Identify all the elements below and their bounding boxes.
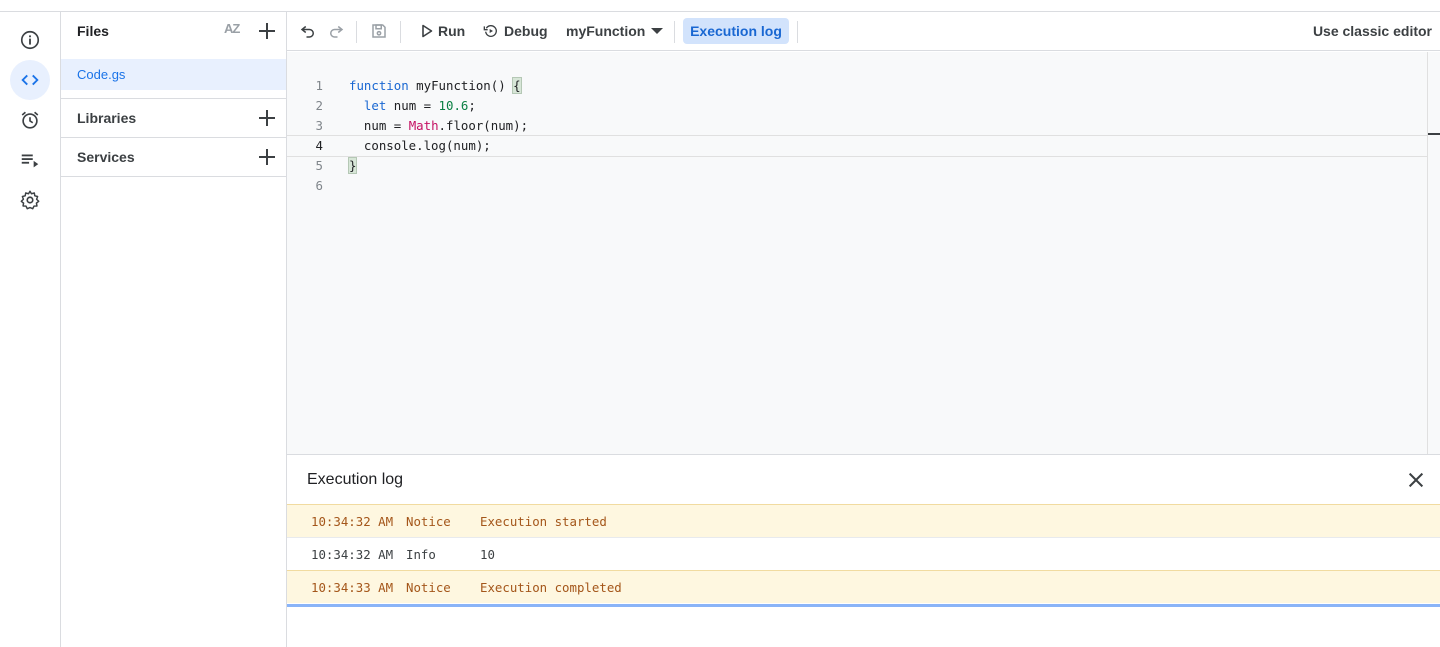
log-time: 10:34:32 AM — [311, 514, 394, 529]
undo-button[interactable] — [298, 21, 318, 41]
overview-button[interactable] — [10, 20, 50, 60]
playlist-play-icon — [21, 154, 39, 168]
line-number: 3 — [315, 118, 323, 133]
left-rail — [0, 12, 61, 647]
alarm-clock-icon — [21, 111, 39, 129]
editor-scrollbar[interactable] — [1427, 52, 1440, 454]
log-message: Execution completed — [480, 580, 622, 595]
libraries-label: Libraries — [77, 110, 137, 126]
play-icon — [422, 24, 433, 38]
code-text: let num = 10.6; — [363, 98, 476, 113]
save-button[interactable] — [369, 21, 389, 41]
execution-log-panel: Execution log 10:34:32 AM Notice Executi… — [287, 454, 1440, 647]
toolbar-divider — [674, 21, 675, 43]
line-number: 2 — [315, 98, 323, 113]
divider — [61, 176, 286, 177]
log-message: Execution started — [480, 514, 607, 529]
file-item-code-gs[interactable]: Code.gs — [61, 59, 286, 90]
line-number: 6 — [315, 178, 323, 193]
line-number: 5 — [315, 158, 323, 173]
code-line[interactable]: 2 let num = 10.6; — [287, 96, 1427, 116]
add-library-button[interactable] — [257, 108, 277, 128]
services-section[interactable]: Services — [61, 138, 286, 176]
debug-label: Debug — [504, 23, 548, 39]
log-severity: Info — [406, 547, 436, 562]
undo-icon — [300, 25, 314, 38]
triggers-button[interactable] — [10, 100, 50, 140]
log-row: 10:34:32 AM Info 10 — [287, 537, 1440, 570]
log-severity: Notice — [406, 580, 451, 595]
log-time: 10:34:33 AM — [311, 580, 394, 595]
code-line[interactable]: 3 num = Math.floor(num); — [287, 116, 1427, 136]
top-bar-edge — [0, 0, 1440, 12]
editor-toolbar: Run Debug myFunction Execution log Use c… — [287, 12, 1440, 51]
line-number: 4 — [315, 138, 323, 153]
debug-button[interactable]: Debug — [483, 18, 548, 44]
log-progress-line — [287, 604, 1440, 607]
execution-log-toggle[interactable]: Execution log — [683, 18, 789, 44]
settings-button[interactable] — [10, 180, 50, 220]
scrollbar-cursor-marker — [1428, 133, 1440, 135]
info-icon — [20, 30, 40, 50]
chevron-down-icon — [651, 28, 664, 34]
save-icon — [372, 24, 386, 38]
libraries-section[interactable]: Libraries — [61, 99, 286, 137]
log-time: 10:34:32 AM — [311, 547, 394, 562]
toolbar-divider — [400, 21, 401, 43]
use-classic-editor-link[interactable]: Use classic editor — [1313, 23, 1432, 39]
run-label: Run — [438, 23, 466, 39]
services-label: Services — [77, 149, 135, 165]
log-message: 10 — [480, 547, 495, 562]
code-line[interactable]: 1 function myFunction() { — [287, 76, 1427, 96]
code-text: num = Math.floor(num); — [349, 118, 529, 133]
redo-icon — [330, 25, 344, 38]
gear-icon — [20, 190, 40, 210]
code-line[interactable]: 5 } — [287, 156, 1427, 176]
add-service-button[interactable] — [257, 147, 277, 167]
toolbar-divider — [797, 21, 798, 43]
code-text: } — [347, 157, 358, 174]
executions-button[interactable] — [10, 140, 50, 180]
function-select-value: myFunction — [566, 23, 646, 39]
files-header: Files AZ — [61, 12, 287, 51]
function-select[interactable]: myFunction — [566, 18, 664, 44]
run-button[interactable]: Run — [421, 18, 465, 44]
files-panel: Files AZ Code.gs Libraries Services — [61, 12, 287, 647]
file-item-label: Code.gs — [77, 67, 126, 82]
code-text: console.log(num); — [349, 138, 491, 153]
code-editor[interactable]: 1 function myFunction() { 2 let num = 10… — [287, 52, 1427, 454]
redo-button[interactable] — [326, 21, 346, 41]
log-severity: Notice — [406, 514, 451, 529]
execution-log-title: Execution log — [307, 471, 404, 488]
debug-icon — [483, 25, 497, 37]
line-number: 1 — [315, 78, 323, 93]
toolbar-divider — [356, 21, 357, 43]
files-title: Files — [77, 23, 109, 39]
code-text: function myFunction() { — [349, 77, 522, 94]
add-file-button[interactable] — [257, 21, 277, 41]
log-row: 10:34:33 AM Notice Execution completed — [287, 570, 1440, 603]
close-icon[interactable] — [1406, 470, 1426, 490]
editor-button[interactable] — [10, 60, 50, 100]
sort-alphabetical-icon[interactable]: AZ — [224, 21, 240, 36]
code-icon — [21, 74, 39, 86]
code-line[interactable]: 6 — [287, 176, 1427, 196]
log-row: 10:34:32 AM Notice Execution started — [287, 504, 1440, 537]
code-line-current[interactable]: 4 console.log(num); — [287, 135, 1427, 157]
